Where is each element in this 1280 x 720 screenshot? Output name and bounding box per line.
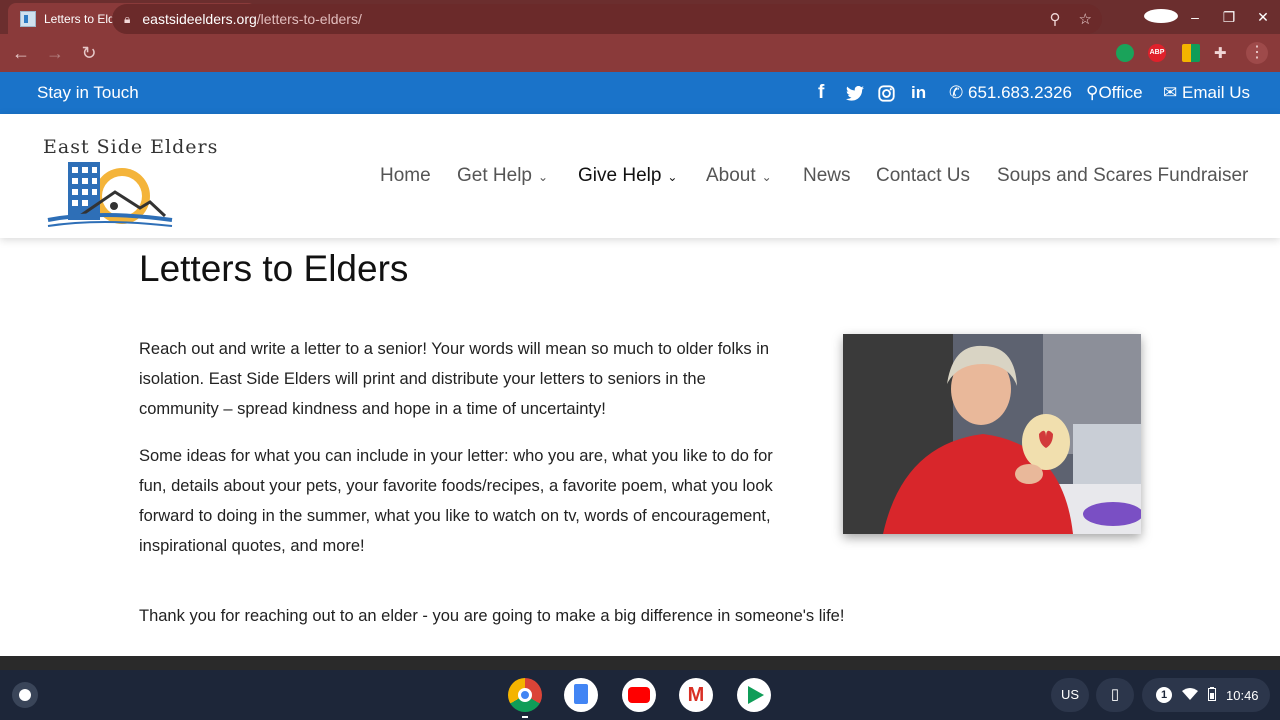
- window-controls: – ❐ ✕: [1144, 0, 1280, 34]
- site-favicon-icon: [20, 10, 36, 27]
- page-title: Letters to Elders: [139, 248, 409, 289]
- phone-icon: ✆: [949, 83, 964, 102]
- extension-green-icon[interactable]: [1116, 44, 1134, 62]
- envelope-icon: ✉: [1163, 83, 1178, 102]
- email-link[interactable]: ✉ Email Us: [1163, 72, 1250, 114]
- clock-time: 10:46: [1226, 687, 1259, 703]
- site-logo[interactable]: East Side Elders: [40, 124, 217, 234]
- notification-badge: 1: [1156, 687, 1172, 703]
- browser-menu-icon[interactable]: ⋮: [1246, 42, 1268, 64]
- bookmark-star-icon[interactable]: ☆: [1079, 10, 1092, 28]
- map-pin-icon: ⚲: [1086, 83, 1099, 102]
- url-path: /letters-to-elders/: [256, 11, 362, 27]
- ideas-paragraph: Some ideas for what you can include in y…: [139, 447, 773, 555]
- lock-icon: 🔒︎: [124, 11, 131, 26]
- email-label: Email Us: [1181, 83, 1250, 102]
- reload-icon[interactable]: ↻: [72, 43, 106, 64]
- wifi-icon: [1182, 687, 1198, 703]
- facebook-icon[interactable]: f: [818, 72, 824, 114]
- stay-in-touch-label: Stay in Touch: [37, 83, 139, 102]
- youtube-app-icon[interactable]: [622, 678, 656, 712]
- nav-get-help[interactable]: Get Help ⌄: [457, 114, 548, 238]
- elder-photo: [843, 334, 1141, 534]
- twitter-icon[interactable]: [846, 72, 864, 114]
- contact-topbar: Stay in Touch f in ✆ 651.683.2326 ⚲Offic…: [0, 72, 1280, 114]
- office-link[interactable]: ⚲Office: [1086, 72, 1143, 114]
- instagram-icon[interactable]: [878, 72, 895, 114]
- chevron-down-icon: ⌄: [761, 170, 772, 184]
- back-icon[interactable]: ←: [4, 43, 38, 64]
- address-bar[interactable]: 🔒︎ eastsideelders.org/letters-to-elders/…: [112, 4, 1102, 34]
- profile-icon[interactable]: [1144, 8, 1178, 26]
- extension-color-icon[interactable]: [1182, 44, 1200, 62]
- nav-contact-us[interactable]: Contact Us: [876, 114, 970, 238]
- nav-give-help-label: Give Help: [578, 165, 662, 186]
- status-tray[interactable]: 1 10:46: [1142, 678, 1270, 712]
- phone-number: 651.683.2326: [967, 83, 1072, 102]
- adblock-plus-icon[interactable]: ABP: [1148, 44, 1166, 62]
- browser-toolbar: ← → ↻: [0, 34, 1280, 72]
- chevron-down-icon: ⌄: [537, 170, 549, 184]
- phone-link[interactable]: ✆ 651.683.2326: [949, 72, 1072, 114]
- play-store-app-icon[interactable]: [737, 678, 771, 712]
- nav-about-label: About: [706, 165, 756, 186]
- phone-hub-icon[interactable]: ▯: [1096, 678, 1134, 712]
- input-method-button[interactable]: US: [1051, 678, 1089, 712]
- close-window-icon[interactable]: ✕: [1246, 9, 1280, 26]
- chevron-down-icon: ⌄: [667, 170, 678, 184]
- os-shelf: US ▯ 1 10:46: [0, 670, 1280, 720]
- minimize-icon[interactable]: –: [1178, 9, 1212, 25]
- nav-news[interactable]: News: [803, 114, 851, 238]
- launcher-icon[interactable]: [12, 682, 38, 708]
- running-indicator: [522, 716, 528, 718]
- site-header: East Side Elders Home Get Help ⌄ Give Hel…: [0, 114, 1280, 238]
- forward-icon[interactable]: →: [38, 43, 72, 64]
- linkedin-icon[interactable]: in: [911, 72, 926, 114]
- nav-about[interactable]: About ⌄: [706, 114, 772, 238]
- extensions-puzzle-icon[interactable]: ✚: [1214, 44, 1232, 62]
- intro-paragraph: Reach out and write a letter to a senior…: [139, 340, 770, 418]
- gmail-app-icon[interactable]: [679, 678, 713, 712]
- nav-soups-and-scares[interactable]: Soups and Scares Fundraiser: [997, 114, 1248, 238]
- office-label: Office: [1098, 83, 1143, 102]
- url-host: eastsideelders.org: [142, 11, 257, 27]
- nav-give-help[interactable]: Give Help ⌄: [578, 114, 677, 238]
- docs-app-icon[interactable]: [564, 678, 598, 712]
- thank-you-paragraph: Thank you for reaching out to an elder -…: [139, 607, 845, 625]
- nav-home[interactable]: Home: [380, 114, 431, 238]
- chrome-app-icon[interactable]: [508, 678, 542, 712]
- nav-get-help-label: Get Help: [457, 165, 532, 186]
- battery-icon: [1208, 686, 1216, 704]
- site-footer-strip: [0, 656, 1280, 670]
- zoom-search-icon[interactable]: ⚲: [1050, 10, 1061, 28]
- restore-icon[interactable]: ❐: [1212, 9, 1246, 26]
